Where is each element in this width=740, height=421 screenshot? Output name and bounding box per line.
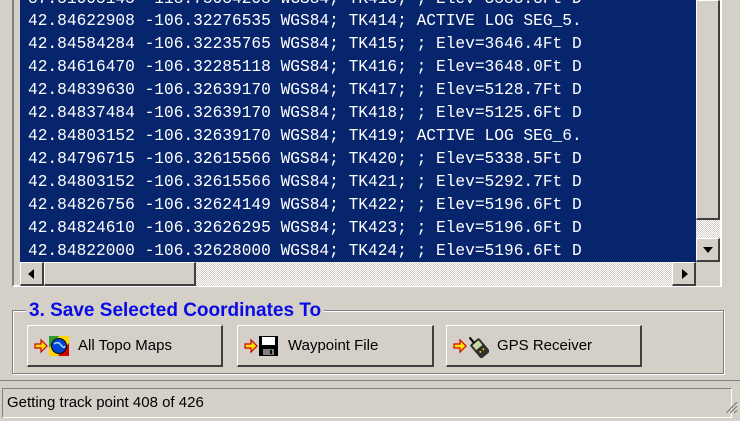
gps-receiver-icon [453,334,489,358]
list-item[interactable]: 42.84826756 -106.32624149 WGS84; TK422; … [28,194,582,216]
scrollbar-corner [696,262,720,286]
all-topo-maps-button[interactable]: All Topo Maps [27,325,223,367]
scroll-down-button[interactable] [696,238,720,262]
list-item[interactable]: 42.84822000 -106.32628000 WGS84; TK424; … [28,240,582,262]
scroll-left-button[interactable] [20,262,44,286]
list-item[interactable]: 42.84803152 -106.32615566 WGS84; TK421; … [28,171,582,193]
waypoint-file-label: Waypoint File [288,337,379,354]
gps-receiver-button[interactable]: GPS Receiver [446,325,642,367]
topo-maps-icon [34,334,70,358]
waypoint-file-button[interactable]: Waypoint File [237,325,434,367]
list-item[interactable]: 42.84622908 -106.32276535 WGS84; TK414; … [28,10,582,32]
gps-receiver-label: GPS Receiver [497,337,593,354]
list-item[interactable]: 42.84837484 -106.32639170 WGS84; TK418; … [28,102,582,124]
vertical-scroll-thumb[interactable] [696,0,720,220]
horizontal-scroll-thumb[interactable] [44,262,196,286]
list-item[interactable]: 37.51005145 -118.75034208 WGS84; TK413; … [28,0,582,10]
save-group-title: 3. Save Selected Coordinates To [26,299,325,323]
resize-grip-icon[interactable] [722,398,738,419]
list-item[interactable]: 42.84839630 -106.32639170 WGS84; TK417; … [28,79,582,101]
list-item[interactable]: 42.84796715 -106.32615566 WGS84; TK420; … [28,148,582,170]
all-topo-maps-label: All Topo Maps [78,337,172,354]
arrow-right-icon [682,269,688,279]
status-bar: Getting track point 408 of 426 [0,380,740,421]
list-item[interactable]: 42.84584284 -106.32235765 WGS84; TK415; … [28,33,582,55]
scroll-right-button[interactable] [672,262,696,286]
list-item[interactable]: 42.84824610 -106.32626295 WGS84; TK423; … [28,217,582,239]
vertical-scrollbar[interactable] [696,0,720,262]
horizontal-scrollbar[interactable] [20,262,696,286]
list-item[interactable]: 42.84616470 -106.32285118 WGS84; TK416; … [28,56,582,78]
coordinate-list[interactable]: 37.51005145 -118.75034208 WGS84; TK413; … [20,0,696,262]
arrow-down-icon [703,247,713,253]
floppy-disk-icon [244,334,280,358]
status-text: Getting track point 408 of 426 [2,388,732,418]
list-item[interactable]: 42.84803152 -106.32639170 WGS84; TK419; … [28,125,582,147]
arrow-left-icon [28,269,34,279]
